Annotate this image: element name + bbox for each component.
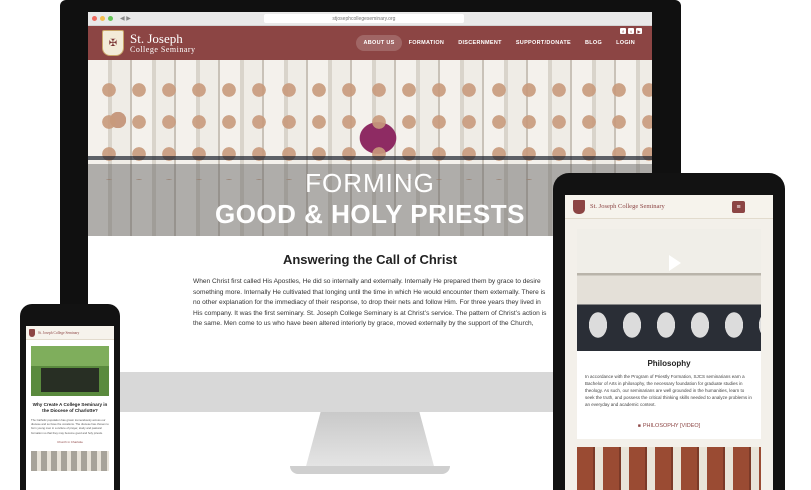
main-navigation: ABOUT US FORMATION DISCERNMENT SUPPORT/D… [356,26,642,60]
play-icon[interactable] [669,255,681,271]
devices-mockup: ◀ ▶ stjosephcollegeseminary.org ✠ St. Jo… [0,0,811,490]
seminarians-outdoor-photo [31,346,109,396]
phone-screen: St. Joseph College Seminary Why Create A… [26,326,114,490]
card-heading: Philosophy [647,359,691,368]
hamburger-menu-icon[interactable]: ≡ [732,201,745,213]
philosophy-video-link[interactable]: ■ PHILOSOPHY [VIDEO] [577,423,761,429]
phone-secondary-photo [31,450,109,471]
classroom-photo [577,299,761,351]
philosophy-video-link-label: PHILOSOPHY [VIDEO] [642,422,701,429]
desktop-monitor-base [290,466,450,474]
seminary-crest-icon[interactable] [573,199,585,214]
nav-item-discernment[interactable]: DISCERNMENT [451,35,509,51]
site-logo[interactable]: St. Joseph College Seminary [130,32,196,54]
browser-toolbar: ◀ ▶ stjosephcollegeseminary.org [88,12,652,26]
phone-heading: Why Create A College Seminary in the Dio… [32,402,108,413]
back-forward-icon[interactable]: ◀ ▶ [120,15,131,22]
minimize-window-button[interactable] [100,16,105,21]
photo-figures [41,366,99,392]
nav-item-login[interactable]: LOGIN [609,35,642,51]
logo-line-2: College Seminary [130,45,196,54]
site-header: ✠ St. Joseph College Seminary f t ▶ ABOU… [88,26,652,60]
building-photo [577,447,761,490]
philosophy-video-thumbnail[interactable] [577,229,761,351]
card-text: In accordance with the Program of Priest… [585,374,752,407]
tablet-header: St. Joseph College Seminary ≡ [565,195,773,219]
section-body: When Christ first called His Apostles, H… [193,278,547,328]
phone-site-title[interactable]: St. Joseph College Seminary [38,331,79,335]
logo-line-1: St. Joseph [130,31,183,46]
nav-item-blog[interactable]: BLOG [578,35,609,51]
tablet-site-title[interactable]: St. Joseph College Seminary [590,203,665,210]
maximize-window-button[interactable] [108,16,113,21]
church-in-charlotte-link[interactable]: Church in Charlotte [26,440,114,444]
seminary-crest-icon[interactable]: ✠ [102,30,124,56]
section-heading: Answering the Call of Christ [282,252,458,267]
nav-item-support-donate[interactable]: SUPPORT/DONATE [509,35,578,51]
address-bar-url: stjosephcollegeseminary.org [332,15,396,22]
phone-text: The Catholic population has grown tremen… [31,417,109,435]
desktop-monitor-stand [305,412,435,470]
address-bar[interactable]: stjosephcollegeseminary.org [263,14,464,23]
nav-item-formation[interactable]: FORMATION [402,35,452,51]
close-window-button[interactable] [92,16,97,21]
seminary-crest-icon[interactable] [29,328,35,337]
phone-header: St. Joseph College Seminary [26,326,114,340]
tablet-screen: St. Joseph College Seminary ≡ Philosophy… [565,195,773,490]
philosophy-card: Philosophy In accordance with the Progra… [577,229,761,439]
nav-item-about-us[interactable]: ABOUT US [356,35,402,51]
video-icon: ■ [637,422,641,429]
